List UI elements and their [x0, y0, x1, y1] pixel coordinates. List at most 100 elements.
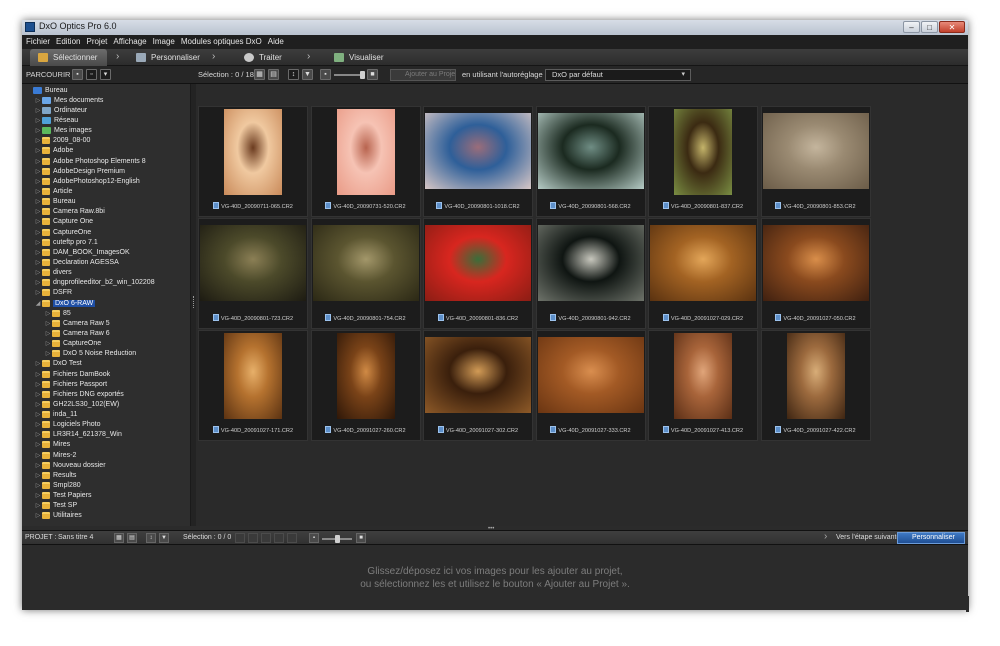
tree-expander-icon[interactable]: ▷ — [34, 158, 42, 165]
photo-thumbnail[interactable]: VG-40D_20091027-171.CR2 — [198, 330, 308, 441]
project-slider-knob[interactable] — [335, 535, 340, 543]
tree-expander-icon[interactable]: ▷ — [34, 452, 42, 459]
tree-expander-icon[interactable]: ▷ — [34, 441, 42, 448]
photo-thumbnail[interactable]: VG-40D_20090801-853.CR2 — [760, 106, 871, 217]
project-grid-icon[interactable]: ▦ — [114, 533, 124, 543]
tree-expander-icon[interactable]: ▷ — [34, 462, 42, 469]
tree-item[interactable]: ▷ Capture One — [22, 217, 190, 227]
preset-select[interactable]: DxO par défaut ▾ — [545, 69, 691, 81]
tree-item[interactable]: ▷ Test Papiers — [22, 491, 190, 501]
tree-expander-icon[interactable]: ▷ — [34, 239, 42, 246]
tree-item[interactable]: ▷ DxO Test — [22, 359, 190, 369]
tree-item[interactable]: ▷ Logiciels Photo — [22, 420, 190, 430]
tree-expander-icon[interactable]: ▷ — [34, 472, 42, 479]
tree-item[interactable]: ▷ Nouveau dossier — [22, 460, 190, 470]
tree-expander-icon[interactable]: ▷ — [34, 279, 42, 286]
tree-item[interactable]: ▷ cuteftp pro 7.1 — [22, 237, 190, 247]
tree-item[interactable]: ▷ Camera Raw.8bi — [22, 207, 190, 217]
filter-funnel-icon[interactable]: ▼ — [302, 69, 313, 80]
tree-expander-icon[interactable]: ▷ — [44, 350, 52, 357]
photo-thumbnail[interactable]: VG-40D_20090801-568.CR2 — [535, 106, 646, 217]
tree-expander-icon[interactable]: ▷ — [34, 107, 42, 114]
tree-expander-icon[interactable]: ▷ — [34, 229, 42, 236]
photo-thumbnail[interactable]: VG-40D_20091027-413.CR2 — [648, 330, 758, 441]
tree-item[interactable]: ▷ Réseau — [22, 115, 190, 125]
photo-thumbnail[interactable]: VG-40D_20090801-942.CR2 — [535, 218, 646, 329]
folder-view-icon[interactable]: ▪ — [72, 69, 83, 80]
filter-icon[interactable]: ▾ — [100, 69, 111, 80]
minimize-button[interactable]: – — [903, 21, 920, 33]
tree-expander-icon[interactable]: ▷ — [34, 512, 42, 519]
tree-item[interactable]: ▷ 2009_08-00 — [22, 136, 190, 146]
tree-item[interactable]: ▷ DxO 5 Noise Reduction — [22, 349, 190, 359]
tree-expander-icon[interactable]: ▷ — [34, 97, 42, 104]
photo-thumbnail[interactable]: VG-40D_20091027-260.CR2 — [310, 330, 421, 441]
tree-item[interactable]: ▷ Mires-2 — [22, 450, 190, 460]
sort-icon[interactable]: ↕ — [288, 69, 299, 80]
rotate-right-icon[interactable] — [248, 533, 258, 543]
close-button[interactable]: ✕ — [939, 21, 965, 33]
tree-expander-icon[interactable]: ▷ — [44, 310, 52, 317]
photo-thumbnail[interactable]: VG-40D_20091027-422.CR2 — [760, 330, 871, 441]
tree-item[interactable]: ▷ DSFR — [22, 288, 190, 298]
small-thumb-icon[interactable]: ▪ — [309, 533, 319, 543]
tree-item[interactable]: ▷ divers — [22, 268, 190, 278]
photo-thumbnail[interactable]: VG-40D_20090801-723.CR2 — [198, 218, 308, 329]
detail-view-icon[interactable]: ▤ — [268, 69, 279, 80]
tree-expander-icon[interactable]: ▷ — [34, 502, 42, 509]
tree-item[interactable]: ▷ Fichiers Passport — [22, 379, 190, 389]
tree-expander-icon[interactable]: ▷ — [34, 137, 42, 144]
tree-expander-icon[interactable]: ▷ — [34, 249, 42, 256]
tree-item[interactable]: ▷ Camera Raw 5 — [22, 318, 190, 328]
tree-item[interactable]: ▷ AdobeDesign Premium — [22, 166, 190, 176]
tab-view[interactable]: Visualiser — [334, 49, 384, 66]
photo-thumbnail[interactable]: VG-40D_20090711-065.CR2 — [198, 106, 308, 217]
project-filter-icon[interactable]: ▤ — [127, 533, 137, 543]
tree-expander-icon[interactable]: ▷ — [34, 360, 42, 367]
tree-item[interactable]: ▷ Results — [22, 470, 190, 480]
tree-item[interactable]: ▷ Declaration AGESSA — [22, 257, 190, 267]
small-thumb-icon[interactable]: ▪ — [320, 69, 331, 80]
tree-item[interactable]: ▷ Utilitaires — [22, 511, 190, 521]
tree-expander-icon[interactable]: ▷ — [34, 289, 42, 296]
tree-item[interactable]: ▷ Fichiers DamBook — [22, 369, 190, 379]
tree-item[interactable]: ▷ AdobePhotoshop12-English — [22, 176, 190, 186]
tree-item[interactable]: ▷ DAM_BOOK_ImagesOK — [22, 247, 190, 257]
tree-expander-icon[interactable]: ▷ — [34, 127, 42, 134]
menu-edition[interactable]: Edition — [56, 35, 86, 49]
tree-item[interactable]: ▷ GH22LS30_102(EW) — [22, 399, 190, 409]
grid-view-icon[interactable]: ▦ — [254, 69, 265, 80]
tree-item[interactable]: ▷ Smpl280 — [22, 480, 190, 490]
tree-expander-icon[interactable]: ▷ — [34, 371, 42, 378]
tree-item[interactable]: ▷ LR3R14_621378_Win — [22, 430, 190, 440]
tree-item[interactable]: ▷ Test SP — [22, 501, 190, 511]
tree-expander-icon[interactable]: ▷ — [34, 178, 42, 185]
photo-thumbnail[interactable]: VG-40D_20090731-520.CR2 — [310, 106, 421, 217]
tree-expander-icon[interactable]: ▷ — [34, 492, 42, 499]
tree-expander-icon[interactable]: ▷ — [34, 259, 42, 266]
menu-image[interactable]: Image — [153, 35, 181, 49]
tree-item[interactable]: ▷ Ordinateur — [22, 105, 190, 115]
menu-modules-optiques[interactable]: Modules optiques DxO — [181, 35, 268, 49]
tree-item[interactable]: ▷ Adobe Photoshop Elements 8 — [22, 156, 190, 166]
tab-process[interactable]: Traiter — [244, 49, 282, 66]
large-thumb-icon[interactable]: ■ — [356, 533, 366, 543]
tree-expander-icon[interactable]: ▷ — [34, 421, 42, 428]
tree-item[interactable]: ▷ Fichiers DNG exportés — [22, 389, 190, 399]
tree-item[interactable]: ▷ Mes documents — [22, 95, 190, 105]
customize-next-button[interactable]: Personnaliser — [897, 532, 965, 544]
project-drop-zone[interactable]: Glissez/déposez ici vos images pour les … — [22, 545, 968, 610]
tree-expander-icon[interactable]: ▷ — [34, 391, 42, 398]
list-view-icon[interactable]: ▫ — [86, 69, 97, 80]
tree-expander-icon[interactable]: ▷ — [34, 117, 42, 124]
photo-thumbnail[interactable]: VG-40D_20090801-754.CR2 — [310, 218, 421, 329]
tree-item[interactable]: ◢ DxO 6-RAW — [22, 298, 190, 308]
compare-icon[interactable] — [287, 533, 297, 543]
project-sort-icon[interactable]: ↕ — [146, 533, 156, 543]
tab-select[interactable]: Sélectionner — [30, 49, 108, 66]
tree-item[interactable]: ▷ CaptureOne — [22, 227, 190, 237]
tree-item[interactable]: ▷ Camera Raw 6 — [22, 328, 190, 338]
photo-thumbnail[interactable]: VG-40D_20090801-837.CR2 — [648, 106, 758, 217]
tree-item[interactable]: ▷ CaptureOne — [22, 339, 190, 349]
tree-item[interactable]: ▷ Mes images — [22, 126, 190, 136]
